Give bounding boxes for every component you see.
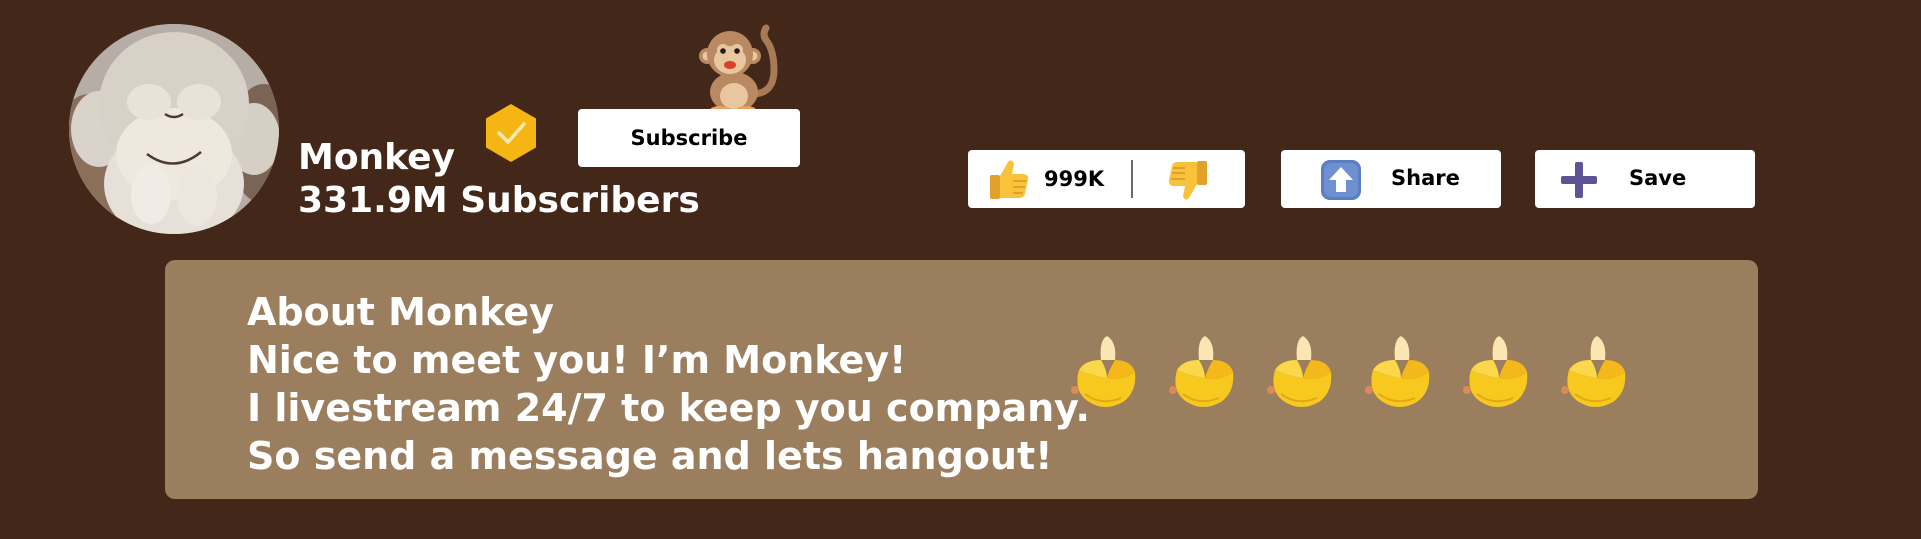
about-line: So send a message and lets hangout! [247,434,1053,478]
save-label: Save [1629,166,1687,190]
share-button[interactable]: Share [1281,150,1501,208]
channel-name[interactable]: Monkey [298,137,455,178]
save-button[interactable]: Save [1535,150,1755,208]
banana-icon [1457,330,1541,414]
about-line: Nice to meet you! I’m Monkey! [247,338,907,382]
share-up-arrow-icon [1320,159,1362,201]
banana-icon [1163,330,1247,414]
plus-icon [1559,160,1599,200]
subscribe-button[interactable]: Subscribe [578,109,800,167]
monkey-icon [690,20,782,115]
about-panel: About Monkey Nice to meet you! I’m Monke… [165,260,1758,499]
about-text: About Monkey Nice to meet you! I’m Monke… [247,288,1090,480]
like-dislike-group: 999K [968,150,1245,208]
like-count: 999K [1044,167,1105,191]
verified-badge-icon [480,102,542,164]
about-heading: About Monkey [247,290,554,334]
banana-icon [1359,330,1443,414]
banana-icon [1555,330,1639,414]
like-divider [1131,160,1133,198]
banana-icon [1065,330,1149,414]
share-label: Share [1391,166,1460,190]
about-line: I livestream 24/7 to keep you company. [247,386,1090,430]
banana-row [1065,330,1653,414]
subscriber-count: 331.9M Subscribers [298,180,700,221]
banana-icon [1261,330,1345,414]
channel-avatar[interactable] [69,24,279,234]
thumbs-down-icon[interactable] [1165,158,1211,204]
thumbs-up-icon[interactable] [986,156,1032,202]
